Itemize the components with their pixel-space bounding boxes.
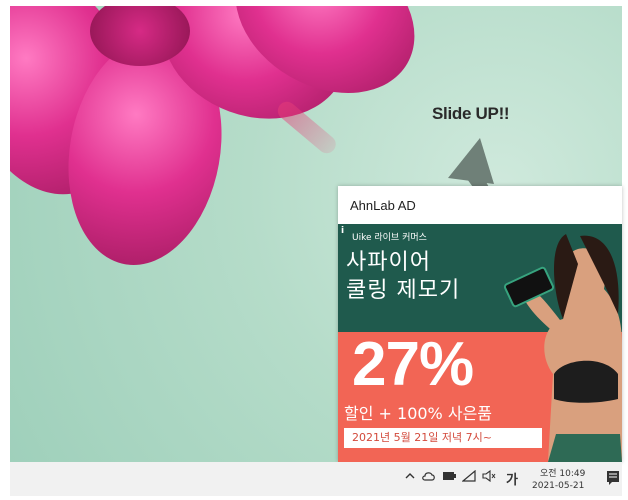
event-date: 2021년 5월 21일 저녁 7시~ (344, 428, 542, 448)
cloud-icon[interactable] (422, 470, 436, 485)
notification-icon[interactable] (606, 470, 620, 486)
chevron-up-icon[interactable] (404, 470, 416, 485)
ad-brand: Uike 라이브 커머스 (352, 233, 427, 243)
battery-icon[interactable] (442, 471, 456, 484)
slide-up-caption: Slide UP!! (432, 104, 510, 123)
ad-product-line2: 쿨링 제모기 (346, 278, 461, 303)
discount-percent: 27% (352, 330, 474, 399)
ad-banner[interactable]: i Uike 라이브 커머스 사파이어 쿨링 제모기 27% 할인 + 100%… (338, 224, 622, 462)
model-photo (518, 234, 622, 462)
ad-popup[interactable]: AhnLab AD i Uike 라이브 커머스 사파이어 쿨링 제모기 27%… (338, 186, 622, 462)
ime-indicator[interactable]: 가 (506, 469, 518, 488)
volume-mute-icon[interactable] (482, 469, 496, 485)
network-icon[interactable] (461, 469, 476, 485)
ad-header: AhnLab AD (350, 197, 416, 213)
clock-time[interactable]: 오전 10:49 (540, 466, 585, 479)
info-icon[interactable]: i (341, 226, 344, 236)
promo-text: 할인 + 100% 사은품 (344, 404, 493, 423)
clock-date[interactable]: 2021-05-21 (532, 481, 584, 491)
taskbar: 가 오전 10:49 2021-05-21 (10, 462, 622, 496)
